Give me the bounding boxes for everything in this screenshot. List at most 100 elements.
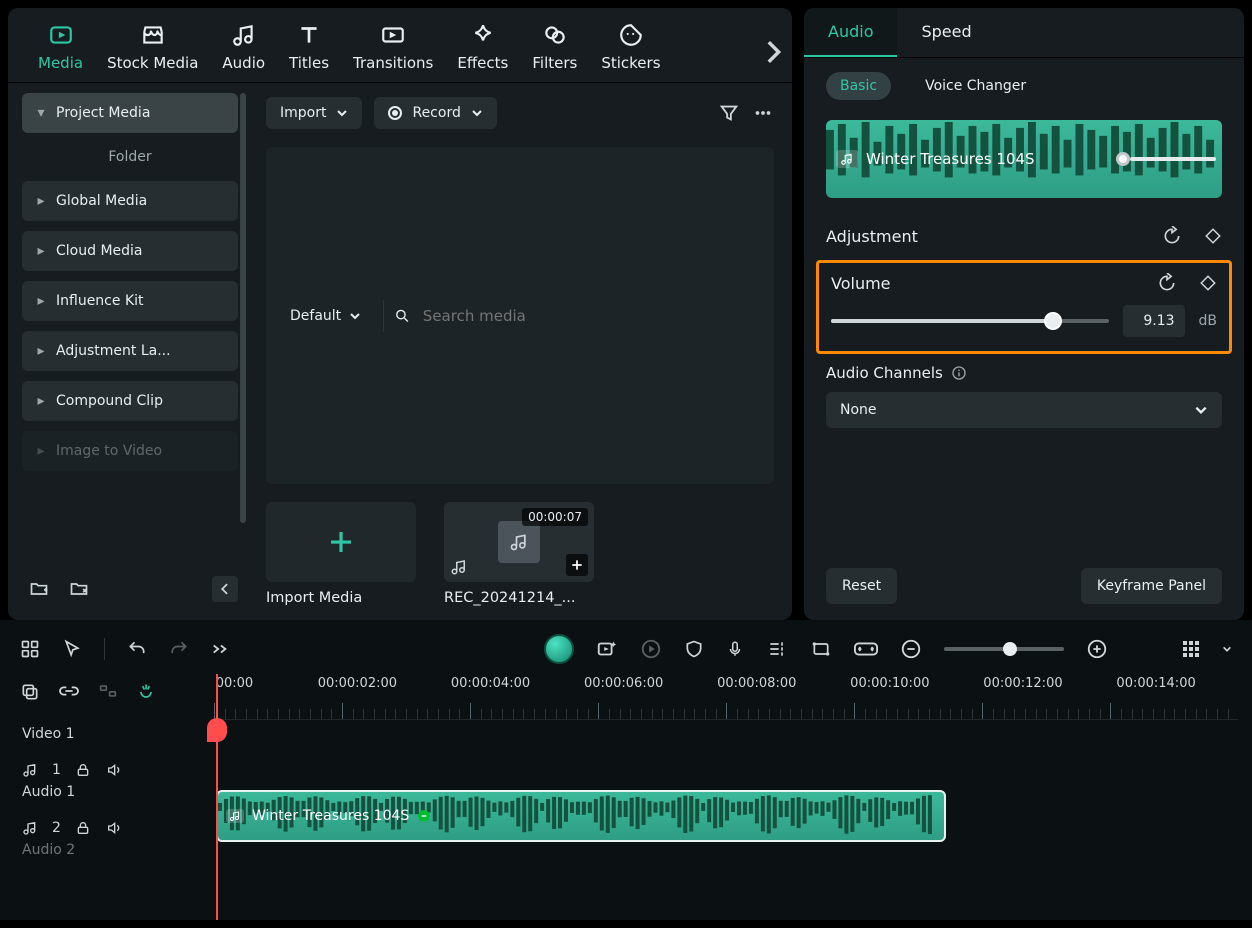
audio2-track-header[interactable]: 2 Audio 2 <box>14 810 214 868</box>
media-clip-tile[interactable]: 00:00:07 REC_20241214_... <box>444 502 594 606</box>
keyframe-icon[interactable] <box>1204 227 1222 245</box>
reset-icon[interactable] <box>1162 226 1182 246</box>
slider-knob[interactable] <box>1044 312 1062 330</box>
crop-icon[interactable] <box>810 639 832 659</box>
sort-label: Default <box>290 308 341 324</box>
channels-select[interactable]: None <box>826 392 1222 428</box>
tab-audio[interactable]: Audio <box>804 8 897 57</box>
nav-more-button[interactable] <box>764 38 782 66</box>
enhance-icon[interactable] <box>596 638 618 660</box>
speaker-icon[interactable] <box>105 820 123 836</box>
import-button[interactable]: Import <box>266 97 362 129</box>
sidebar-item-adjustment[interactable]: ▸Adjustment La... <box>22 331 238 371</box>
tab-speed[interactable]: Speed <box>897 8 995 57</box>
clip-title: Winter Treasures 104S <box>252 808 409 824</box>
audio1-track-header[interactable]: 1 Audio 1 <box>14 752 214 810</box>
nav-tab-titles[interactable]: Titles <box>289 22 329 72</box>
chevron-down-icon <box>349 311 361 321</box>
volume-slider[interactable] <box>831 319 1109 323</box>
import-tile-label: Import Media <box>266 590 416 606</box>
speaker-icon[interactable] <box>105 762 123 778</box>
sidebar-item-label: Compound Clip <box>56 393 163 409</box>
audio-track-2[interactable] <box>214 848 1238 912</box>
nav-tab-media[interactable]: Media <box>38 22 83 72</box>
clip-trim-handle[interactable] <box>1116 152 1130 166</box>
nav-tab-effects[interactable]: Effects <box>457 22 508 72</box>
nav-label: Media <box>38 54 83 72</box>
sidebar-scrollbar[interactable] <box>240 93 246 523</box>
channels-label: Audio Channels <box>826 364 943 382</box>
audio-clip-preview[interactable]: Winter Treasures 104S <box>826 120 1222 198</box>
sidebar-item-global[interactable]: ▸Global Media <box>22 181 238 221</box>
audio-clip[interactable]: Winter Treasures 104S <box>216 790 946 842</box>
reset-button[interactable]: Reset <box>826 568 897 604</box>
transitions-icon <box>378 22 408 48</box>
timeline-tracks-area[interactable]: 00:00 00:00:02:00 00:00:04:00 00:00:06:0… <box>214 674 1238 920</box>
group-icon[interactable] <box>98 682 118 700</box>
media-panel: Media Stock Media Audio Titles Transitio… <box>8 8 792 620</box>
magnet-icon[interactable] <box>136 682 156 702</box>
video-track-header[interactable]: Video 1 <box>14 716 214 752</box>
sidebar-item-image2video[interactable]: ▸Image to Video <box>22 431 238 471</box>
volume-section: Volume 9.13 dB <box>816 260 1232 354</box>
nav-tab-transitions[interactable]: Transitions <box>353 22 433 72</box>
adjustment-label: Adjustment <box>826 227 918 246</box>
chevron-down-icon[interactable] <box>1222 645 1232 653</box>
shield-icon[interactable] <box>684 638 704 660</box>
sidebar-item-cloud[interactable]: ▸Cloud Media <box>22 231 238 271</box>
slider-knob[interactable] <box>1003 642 1017 656</box>
keyframe-icon[interactable] <box>1199 274 1217 292</box>
info-icon[interactable] <box>951 365 967 381</box>
collapse-sidebar-button[interactable] <box>212 576 238 602</box>
play-outline-icon[interactable] <box>640 638 662 660</box>
lock-icon[interactable] <box>75 820 91 836</box>
keyframe-panel-button[interactable]: Keyframe Panel <box>1081 568 1222 604</box>
sort-select[interactable]: Default <box>278 300 373 332</box>
zoom-in-icon[interactable] <box>1086 638 1108 660</box>
add-clip-button[interactable] <box>566 554 588 576</box>
nav-tab-audio[interactable]: Audio <box>222 22 265 72</box>
video-track[interactable] <box>214 720 1238 784</box>
subtab-basic[interactable]: Basic <box>826 72 891 100</box>
subtab-voice-changer[interactable]: Voice Changer <box>911 72 1040 100</box>
copy-icon[interactable] <box>20 682 40 702</box>
import-media-tile[interactable]: Import Media <box>266 502 416 606</box>
nav-tab-stock[interactable]: Stock Media <box>107 22 198 72</box>
reset-icon[interactable] <box>1157 273 1177 293</box>
mic-icon[interactable] <box>726 638 744 660</box>
clip-trim-track <box>1130 157 1216 161</box>
grid-icon[interactable] <box>20 639 40 659</box>
more-icon[interactable] <box>752 102 774 124</box>
record-button[interactable]: Record <box>374 97 496 129</box>
audio-tools-icon[interactable] <box>766 639 788 659</box>
channels-label-row: Audio Channels <box>826 364 1222 382</box>
clip-name: REC_20241214_... <box>444 590 594 606</box>
nav-tab-stickers[interactable]: Stickers <box>601 22 660 72</box>
lock-icon[interactable] <box>75 762 91 778</box>
timeline-toolbar <box>14 630 1238 674</box>
zoom-slider[interactable] <box>944 647 1064 651</box>
filter-icon[interactable] <box>718 102 740 124</box>
more-tools-icon[interactable] <box>211 642 229 656</box>
undo-icon[interactable] <box>127 639 147 659</box>
redo-icon[interactable] <box>169 639 189 659</box>
nav-label: Filters <box>532 54 577 72</box>
fit-width-icon[interactable] <box>854 640 878 658</box>
zoom-out-icon[interactable] <box>900 638 922 660</box>
volume-value[interactable]: 9.13 <box>1123 305 1185 337</box>
sidebar-item-compound[interactable]: ▸Compound Clip <box>22 381 238 421</box>
new-folder-icon[interactable] <box>28 579 50 599</box>
audio-track-1[interactable]: Winter Treasures 104S <box>214 784 1238 848</box>
nav-tab-filters[interactable]: Filters <box>532 22 577 72</box>
search-input[interactable] <box>421 306 752 326</box>
sidebar-item-influence[interactable]: ▸Influence Kit <box>22 281 238 321</box>
nav-label: Audio <box>222 54 265 72</box>
time-ruler[interactable]: 00:00 00:00:02:00 00:00:04:00 00:00:06:0… <box>214 674 1238 720</box>
delete-folder-icon[interactable] <box>68 579 90 599</box>
link-icon[interactable] <box>58 682 80 700</box>
sidebar-project-media[interactable]: ▾ Project Media <box>22 93 238 133</box>
cursor-icon[interactable] <box>62 639 82 659</box>
view-layout-icon[interactable] <box>1182 640 1200 658</box>
ai-assistant-icon[interactable] <box>544 634 574 664</box>
playhead[interactable] <box>216 674 218 920</box>
